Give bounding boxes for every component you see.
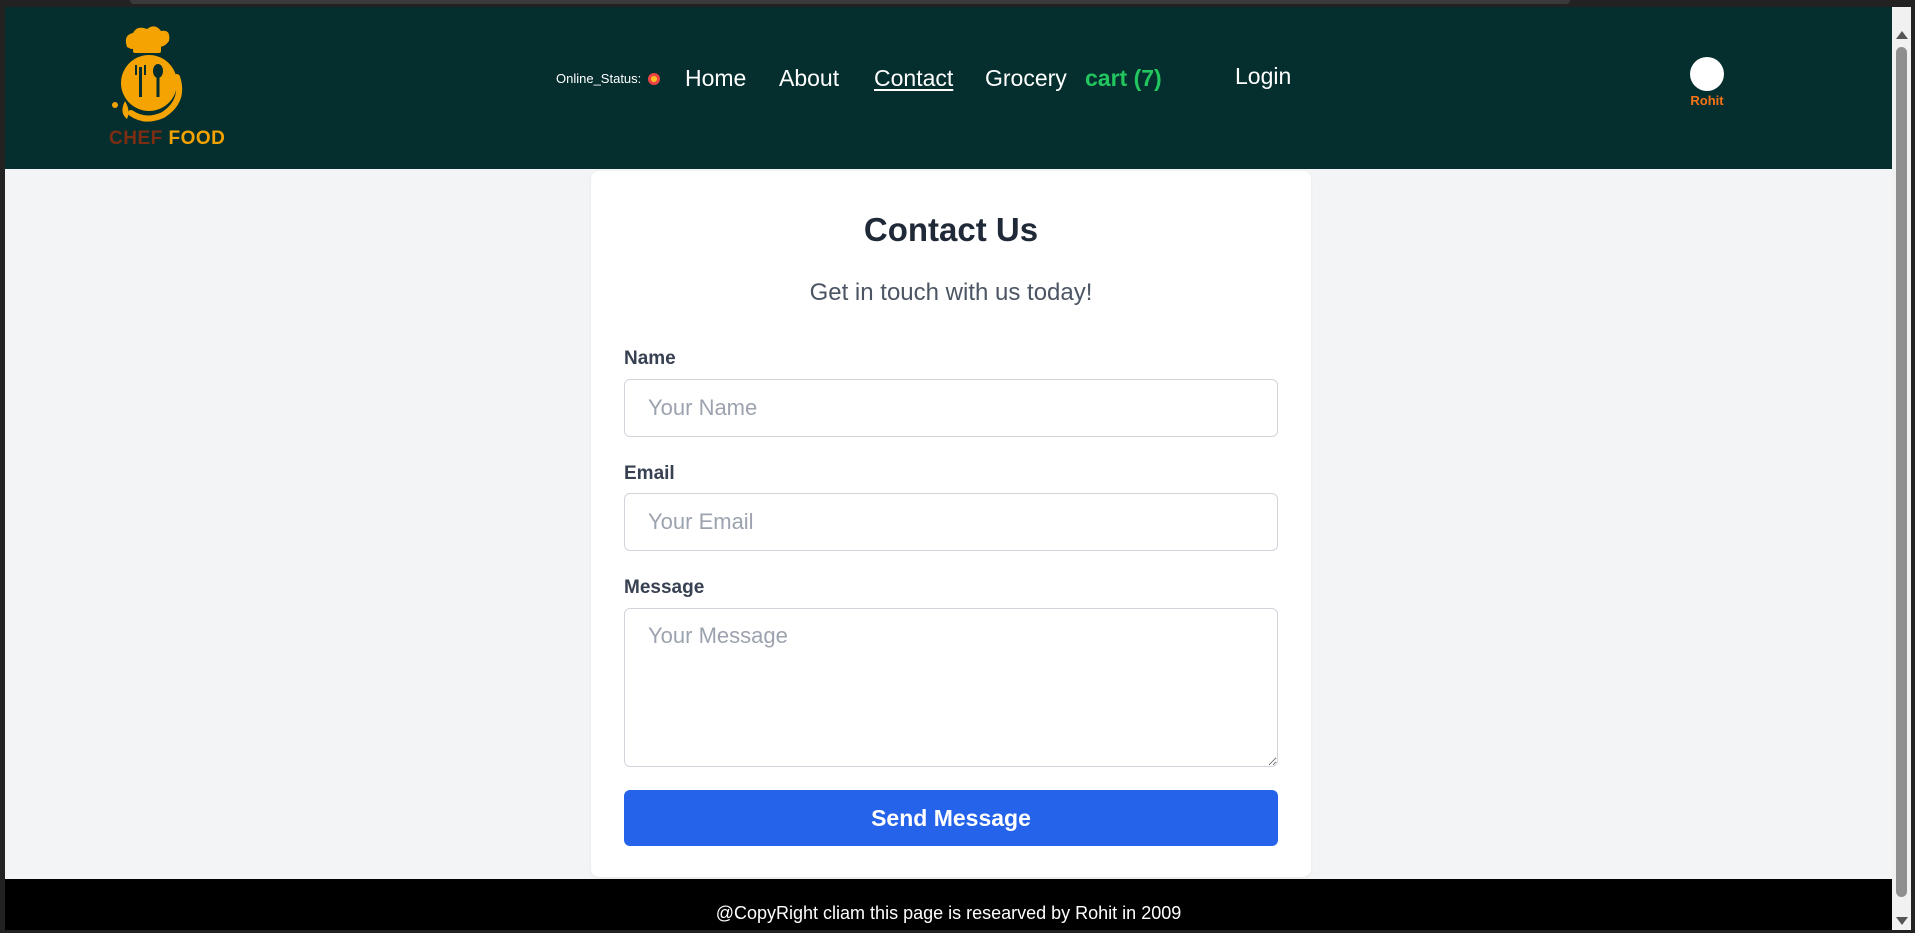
message-label: Message [624,577,705,598]
scroll-down-arrow-icon[interactable] [1896,917,1908,925]
logo-text: CHEF FOOD [109,128,225,150]
user-avatar-icon[interactable] [1690,57,1724,91]
nav-link-contact[interactable]: Contact [874,65,953,92]
online-status: Online_Status: [556,71,660,86]
navbar: CHEF FOOD Online_Status: Home About Cont… [5,7,1892,169]
nav-link-about[interactable]: About [779,65,839,92]
scrollbar-thumb[interactable] [1896,47,1907,897]
online-status-label: Online_Status: [556,71,642,86]
nav-link-grocery[interactable]: Grocery [985,65,1067,92]
send-message-button[interactable]: Send Message [624,790,1278,846]
main-nav: Online_Status: Home About Contact Grocer… [5,57,1892,97]
contact-card: Contact Us Get in touch with us today! N… [591,171,1311,877]
scroll-up-arrow-icon[interactable] [1896,31,1908,39]
footer: @CopyRight cliam this page is researved … [5,879,1892,930]
logo-text-chef: CHEF [109,128,163,149]
browser-tab-bar [130,0,1570,4]
main-content: Contact Us Get in touch with us today! N… [5,169,1892,879]
name-input[interactable] [624,379,1278,437]
message-textarea[interactable] [624,608,1278,767]
email-label: Email [624,463,675,484]
footer-copyright: @CopyRight cliam this page is researved … [715,903,1182,923]
name-label: Name [624,348,676,369]
nav-link-home[interactable]: Home [685,65,746,92]
user-profile[interactable]: Rohit [1677,57,1737,108]
nav-link-cart[interactable]: cart (7) [1085,65,1162,92]
login-button[interactable]: Login [1235,63,1291,90]
page-scrollbar[interactable] [1892,7,1911,930]
email-input[interactable] [624,493,1278,551]
user-name: Rohit [1690,93,1724,108]
page-title: Contact Us [863,211,1039,248]
page-subtitle: Get in touch with us today! [809,279,1093,306]
browser-top-strip [0,0,1915,7]
online-status-emoji-icon [647,73,660,85]
logo-text-food: FOOD [168,128,226,149]
